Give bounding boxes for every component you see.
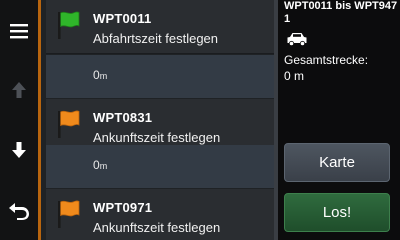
waypoint-list[interactable]: WPT0011 Abfahrtszeit festlegen 0m WPT083…: [41, 0, 274, 240]
menu-button[interactable]: [0, 14, 38, 48]
back-arrow-icon: [9, 203, 29, 220]
waypoint-action: Abfahrtszeit festlegen: [93, 31, 219, 46]
car-icon: [287, 33, 307, 46]
route-info-panel: WPT0011 bis WPT947 1 Gesamtstrecke: 0 m …: [278, 0, 400, 240]
waypoint-name: WPT0971: [93, 200, 153, 215]
back-button[interactable]: [0, 193, 38, 227]
waypoint-row-1[interactable]: WPT0011 Abfahrtszeit festlegen: [46, 0, 274, 54]
hamburger-menu-icon: [10, 24, 28, 39]
arrow-down-icon: [12, 142, 26, 158]
waypoint-name: WPT0831: [93, 110, 153, 125]
scroll-up-button[interactable]: [0, 74, 38, 106]
leg-distance: 0m: [93, 158, 108, 172]
go-button[interactable]: Los!: [284, 193, 390, 232]
green-flag-icon: [58, 11, 80, 39]
leg-distance: 0m: [93, 68, 108, 82]
waypoint-action: Ankunftszeit festlegen: [93, 130, 221, 145]
arrow-up-icon: [12, 82, 26, 98]
waypoint-row-3[interactable]: WPT0971 Ankunftszeit festlegen: [46, 189, 274, 240]
orange-flag-icon: [58, 110, 80, 138]
waypoint-action: Ankunftszeit festlegen: [93, 220, 221, 235]
leg-distance-row-2: 0m: [46, 145, 274, 188]
scroll-down-button[interactable]: [0, 133, 38, 167]
waypoint-name: WPT0011: [93, 11, 152, 26]
total-distance-label: Gesamtstrecke:: [284, 53, 369, 67]
route-title: WPT0011 bis WPT947 1: [284, 0, 398, 25]
total-distance-value: 0 m: [284, 69, 305, 83]
orange-flag-icon: [58, 200, 80, 228]
navigation-bar: [0, 0, 38, 240]
map-button[interactable]: Karte: [284, 143, 390, 182]
leg-distance-row-1: 0m: [46, 55, 274, 98]
